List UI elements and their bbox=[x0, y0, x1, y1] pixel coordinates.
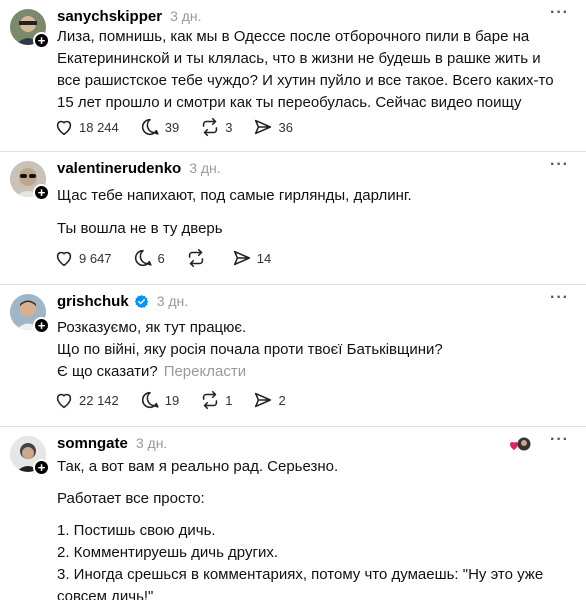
share-icon bbox=[255, 119, 272, 135]
post-paragraph: Так, а вот вам я реально рад. Серьезно. bbox=[57, 458, 339, 475]
share-icon bbox=[255, 392, 272, 408]
post-paragraph: Щас тебе напихают, под самые гирлянды, д… bbox=[57, 187, 412, 204]
share-count: 2 bbox=[278, 392, 286, 408]
post-paragraph: Работает все просто: bbox=[57, 490, 205, 507]
follow-plus-icon[interactable]: + bbox=[33, 317, 50, 334]
post-time[interactable]: 3 дн. bbox=[189, 160, 220, 176]
avatar-wrap[interactable]: + bbox=[10, 436, 50, 476]
post-line: Є що сказати? Перекласти bbox=[57, 361, 568, 383]
heart-reaction-icon bbox=[509, 437, 531, 451]
comment-icon bbox=[141, 118, 159, 136]
username[interactable]: somngate bbox=[57, 435, 128, 452]
follow-plus-icon[interactable]: + bbox=[33, 184, 50, 201]
avatar-wrap[interactable]: + bbox=[10, 294, 50, 334]
list-item: 2. Комментируешь дичь других. bbox=[57, 544, 278, 561]
post-header: grishchuk 3 дн. bbox=[57, 292, 188, 310]
post-time[interactable]: 3 дн. bbox=[170, 8, 201, 24]
post-paragraph: Ты вошла не в ту дверь bbox=[57, 220, 223, 237]
post-paragraph: Лиза, помнишь, как мы в Одессе после отб… bbox=[57, 28, 554, 111]
heart-icon bbox=[56, 393, 72, 409]
translate-link[interactable]: Перекласти bbox=[164, 363, 246, 380]
share-button[interactable]: 14 bbox=[231, 247, 271, 269]
comment-icon bbox=[134, 249, 152, 267]
threads-feed: + sanychskipper 3 дн. ··· Лиза, помнишь,… bbox=[0, 0, 586, 600]
comment-button[interactable]: 6 bbox=[132, 247, 165, 269]
avatar-wrap[interactable]: + bbox=[10, 161, 50, 201]
post-header: somngate 3 дн. bbox=[57, 434, 167, 452]
avatar-wrap[interactable]: + bbox=[10, 9, 50, 49]
post-text: Так, а вот вам я реально рад. Серьезно. … bbox=[57, 456, 568, 600]
share-count: 14 bbox=[256, 250, 272, 266]
more-icon[interactable]: ··· bbox=[550, 5, 569, 21]
post-actions: 22 142 19 1 2 bbox=[53, 389, 306, 411]
share-button[interactable]: 36 bbox=[252, 116, 293, 138]
post-valentinerudenko: + valentinerudenko 3 дн. ··· Щас тебе на… bbox=[0, 152, 586, 285]
more-icon[interactable]: ··· bbox=[550, 290, 569, 306]
username[interactable]: grishchuk bbox=[57, 293, 129, 310]
post-time[interactable]: 3 дн. bbox=[136, 435, 167, 451]
repost-count: 1 bbox=[225, 392, 233, 408]
like-button[interactable]: 22 142 bbox=[53, 389, 119, 411]
repost-icon bbox=[203, 117, 218, 137]
username[interactable]: valentinerudenko bbox=[57, 160, 181, 177]
username[interactable]: sanychskipper bbox=[57, 8, 162, 25]
comment-button[interactable]: 39 bbox=[139, 116, 179, 138]
comment-count: 6 bbox=[157, 250, 165, 266]
repost-icon bbox=[188, 248, 203, 268]
more-icon[interactable]: ··· bbox=[550, 432, 569, 448]
verified-badge-icon bbox=[134, 294, 148, 308]
more-icon[interactable]: ··· bbox=[550, 157, 569, 173]
list-item: 3. Иногда срешься в комментариях, потому… bbox=[57, 566, 544, 600]
share-count: 36 bbox=[278, 119, 293, 135]
comment-icon bbox=[141, 391, 159, 409]
comment-button[interactable]: 19 bbox=[139, 389, 179, 411]
post-actions: 18 244 39 3 36 bbox=[53, 116, 313, 138]
follow-plus-icon[interactable]: + bbox=[33, 459, 50, 476]
post-grishchuk: + grishchuk 3 дн. ··· Розказуємо, як тут… bbox=[0, 285, 586, 427]
repost-count: 3 bbox=[225, 119, 233, 135]
share-icon bbox=[233, 250, 250, 266]
like-count: 9 647 bbox=[79, 250, 112, 266]
like-count: 18 244 bbox=[79, 119, 119, 135]
repost-button[interactable] bbox=[185, 247, 211, 269]
like-button[interactable]: 18 244 bbox=[53, 116, 119, 138]
list-item: 1. Постишь свою дичь. bbox=[57, 522, 216, 539]
post-line-text: Є що сказати? bbox=[57, 363, 158, 380]
repost-button[interactable]: 1 bbox=[199, 389, 232, 411]
post-sanychskipper: + sanychskipper 3 дн. ··· Лиза, помнишь,… bbox=[0, 0, 586, 152]
post-text: Щас тебе напихают, под самые гирлянды, д… bbox=[57, 185, 568, 240]
like-count: 22 142 bbox=[79, 392, 119, 408]
post-somngate: + somngate 3 дн. ··· Так, а вот вам я ре… bbox=[0, 427, 586, 600]
share-button[interactable]: 2 bbox=[252, 389, 286, 411]
post-header: sanychskipper 3 дн. bbox=[57, 7, 202, 25]
repost-button[interactable]: 3 bbox=[199, 116, 232, 138]
follow-plus-icon[interactable]: + bbox=[33, 32, 50, 49]
post-line: Розказуємо, як тут працює. bbox=[57, 319, 247, 336]
post-line: Що по війні, яку росія почала проти твоє… bbox=[57, 341, 443, 358]
post-time[interactable]: 3 дн. bbox=[157, 293, 188, 309]
post-actions: 9 647 6 14 bbox=[53, 247, 291, 269]
post-text: Розказуємо, як тут працює. Що по війні, … bbox=[57, 317, 568, 383]
like-button[interactable]: 9 647 bbox=[53, 247, 112, 269]
comment-count: 39 bbox=[164, 119, 180, 135]
repost-icon bbox=[203, 390, 218, 410]
post-header: valentinerudenko 3 дн. bbox=[57, 159, 221, 177]
heart-icon bbox=[56, 120, 72, 136]
post-text: Лиза, помнишь, как мы в Одессе после отб… bbox=[57, 26, 568, 114]
heart-icon bbox=[56, 251, 72, 267]
comment-count: 19 bbox=[164, 392, 180, 408]
